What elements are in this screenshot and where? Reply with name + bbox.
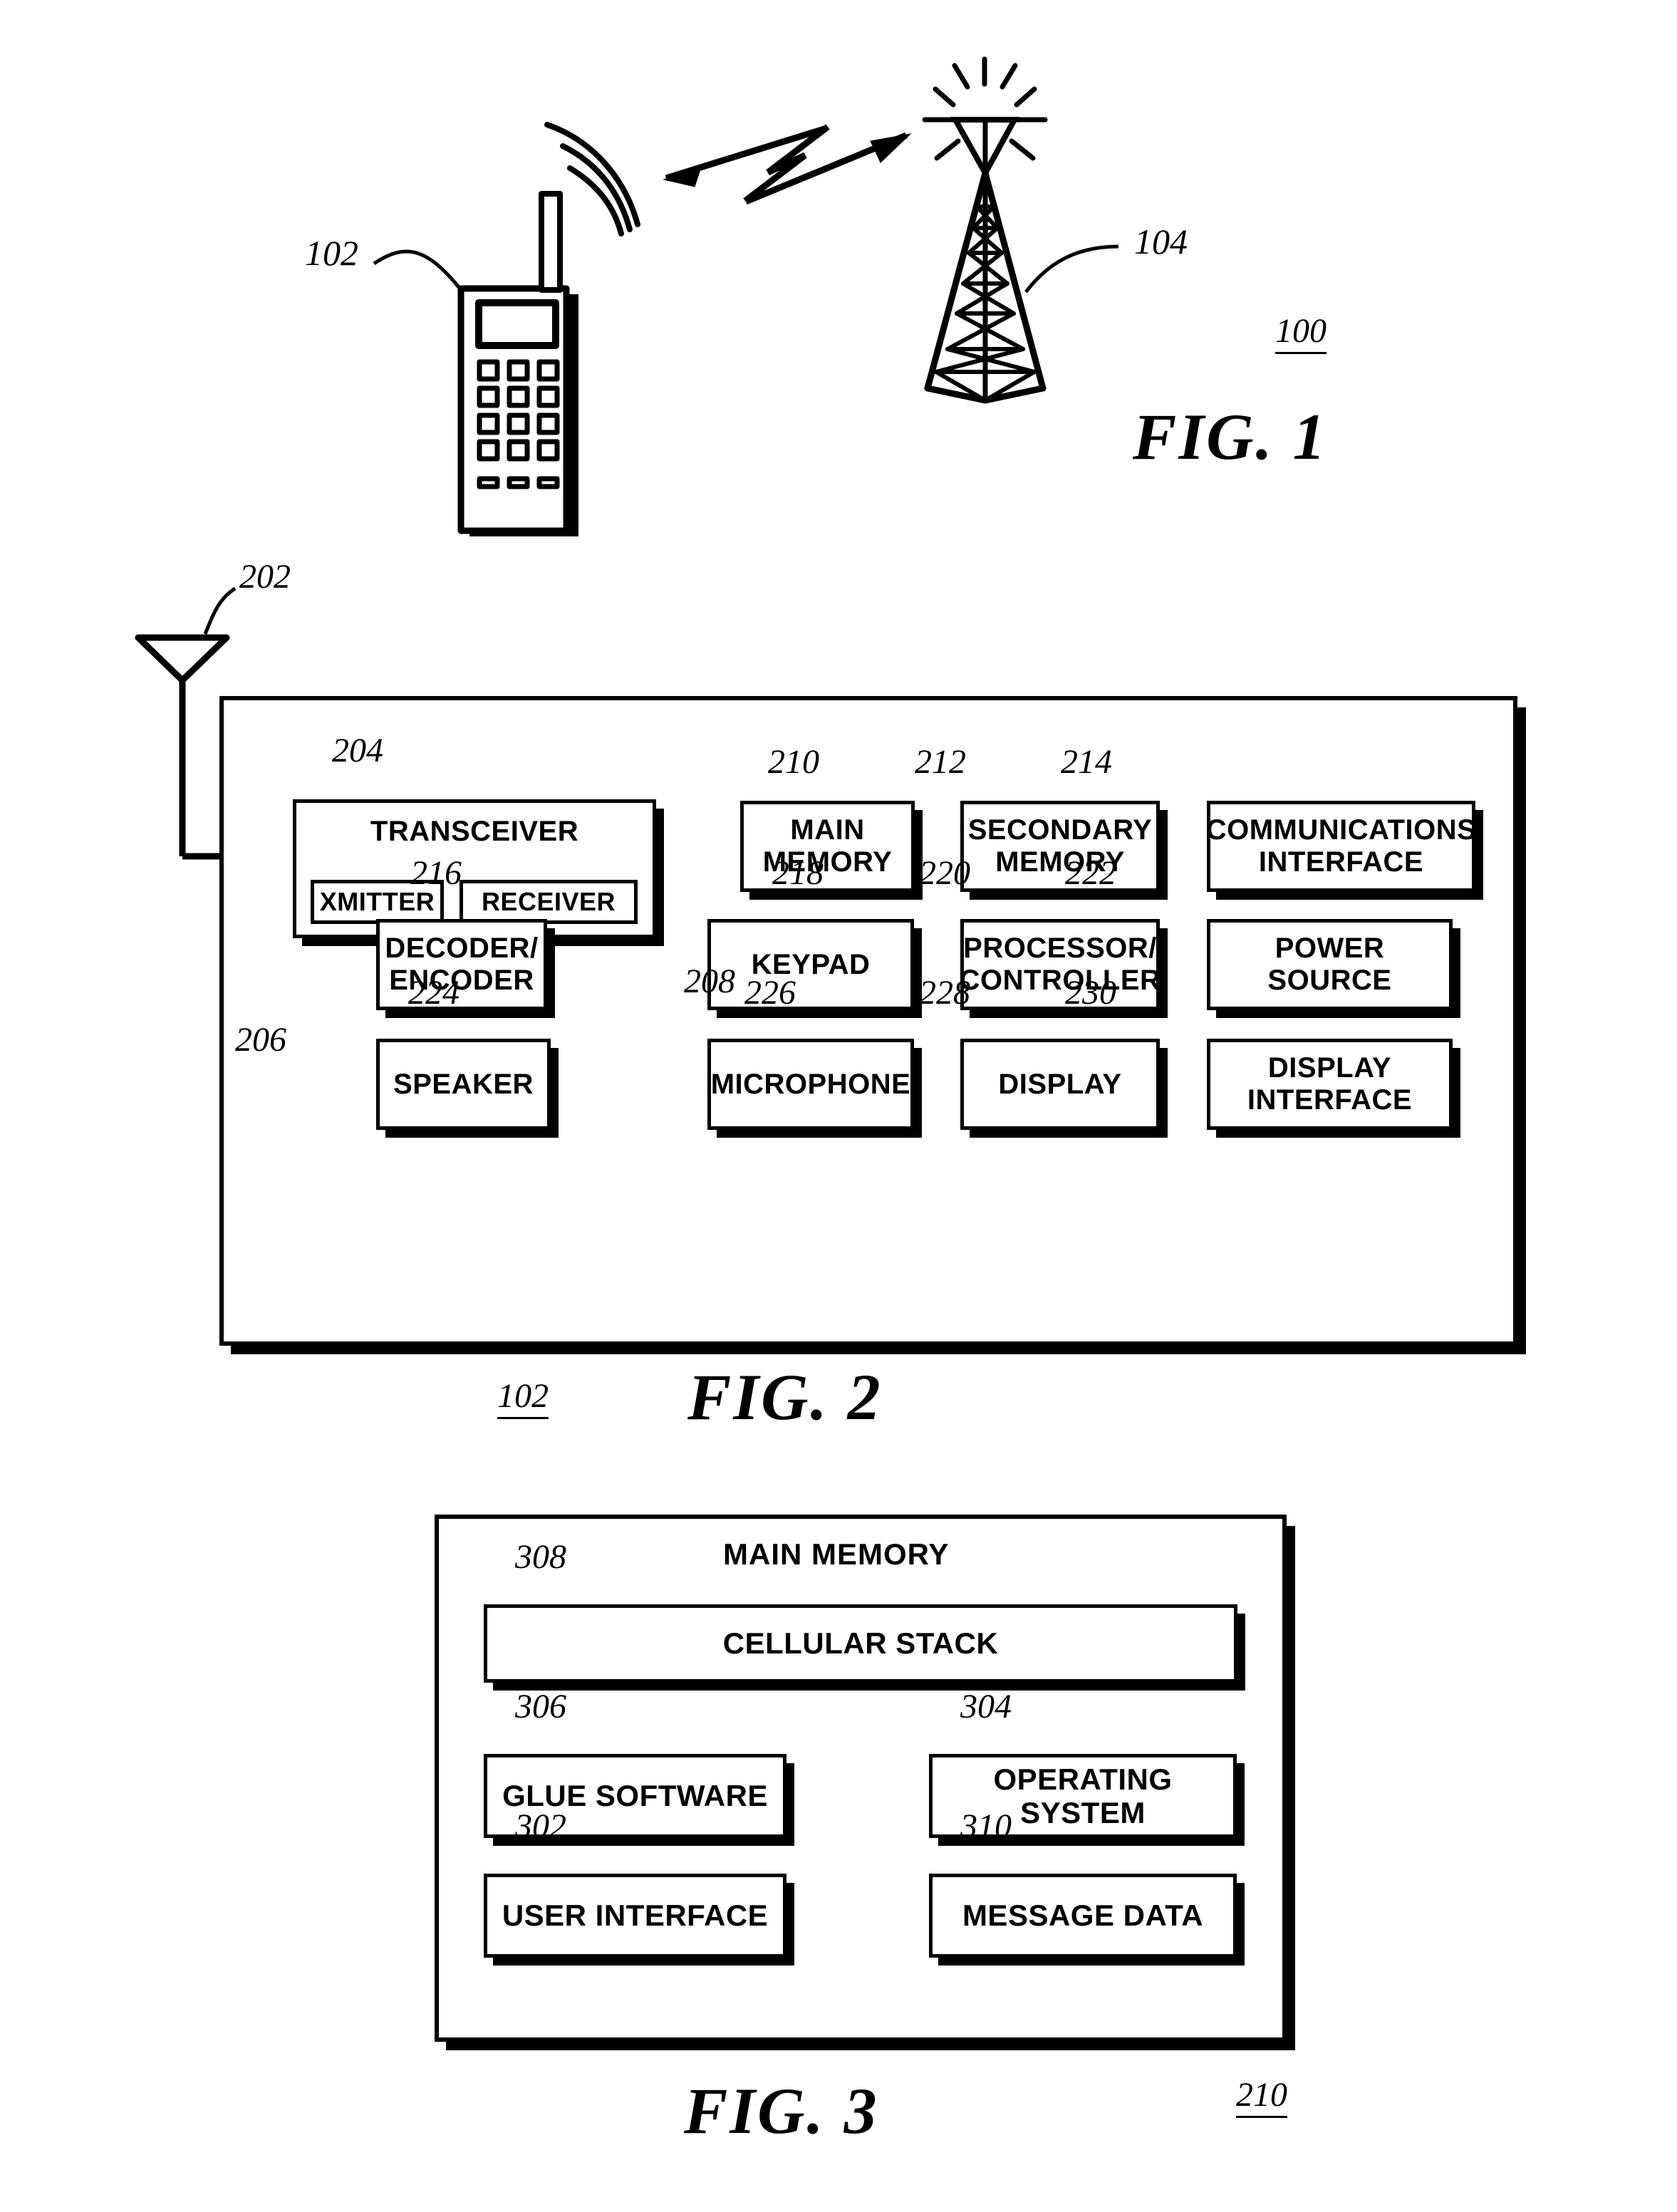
fig3-caption: FIG. 3	[684, 2075, 879, 2147]
block-microphone: MICROPHONE	[707, 1039, 914, 1130]
block-speaker: SPEAKER	[376, 1039, 551, 1130]
fig2-ref-216: 216	[410, 854, 462, 892]
fig2-ref-208: 208	[684, 962, 735, 1000]
fig2-ref-210: 210	[768, 743, 819, 781]
fig2-antenna-leader	[203, 586, 237, 635]
fig2-ref-222: 222	[1065, 854, 1116, 892]
cell-tower-icon	[922, 56, 1048, 404]
fig2-ref-204: 204	[332, 732, 383, 769]
block-display-interface: DISPLAY INTERFACE	[1207, 1039, 1453, 1130]
block-communications-interface: COMMUNICATIONS INTERFACE	[1205, 801, 1477, 892]
fig1-ref-104: 104	[1134, 222, 1188, 261]
block-processor-controller: PROCESSOR/ CONTROLLER	[959, 919, 1161, 1010]
fig2-ref-206: 206	[235, 1021, 286, 1059]
block-communications-interface-label-2: INTERFACE	[1258, 846, 1424, 878]
fig3-ref-302: 302	[515, 1807, 566, 1845]
fig3-ref-210: 210	[1236, 2075, 1287, 2118]
block-message-data-label: MESSAGE DATA	[962, 1899, 1204, 1933]
fig2-ref-202: 202	[239, 558, 291, 596]
fig2-ref-226: 226	[744, 974, 796, 1012]
block-decoder-encoder: DECODER/ ENCODER	[376, 919, 547, 1010]
block-user-interface-label: USER INTERFACE	[502, 1899, 769, 1933]
fig2-ref-230: 230	[1065, 974, 1116, 1012]
block-main-memory: MAIN MEMORY	[740, 801, 915, 892]
block-processor-controller-label-1: PROCESSOR/	[963, 933, 1157, 965]
block-transceiver-label: TRANSCEIVER	[370, 816, 579, 847]
block-display-label: DISPLAY	[998, 1068, 1122, 1100]
block-secondary-memory-label-1: SECONDARY	[967, 814, 1153, 846]
fig1-ref-102: 102	[305, 233, 358, 273]
fig2-ref-220: 220	[919, 854, 970, 892]
patent-drawing-sheet: 102 104 100 FIG. 1 TRANSCEIVER XMITTER R…	[0, 0, 1677, 2212]
block-speaker-label: SPEAKER	[393, 1068, 534, 1100]
block-display-interface-label-1: DISPLAY	[1267, 1052, 1392, 1084]
block-decoder-encoder-label-1: DECODER/	[385, 933, 539, 965]
fig2-ref-214: 214	[1061, 743, 1112, 781]
block-receiver: RECEIVER	[460, 880, 638, 924]
fig3-ref-310: 310	[960, 1807, 1012, 1845]
block-user-interface: USER INTERFACE	[484, 1874, 786, 1958]
fig2-ref-102: 102	[497, 1376, 549, 1419]
mobile-phone-icon	[457, 191, 578, 536]
fig2-caption: FIG. 2	[687, 1361, 883, 1433]
block-cellular-stack-label: CELLULAR STACK	[722, 1626, 999, 1661]
block-display: DISPLAY	[960, 1039, 1160, 1130]
fig3-title: MAIN MEMORY	[723, 1537, 950, 1571]
fig3-ref-306: 306	[515, 1688, 566, 1725]
fig2-ref-224: 224	[408, 974, 460, 1012]
fig1-caption: FIG. 1	[1133, 400, 1328, 473]
block-microphone-label: MICROPHONE	[710, 1068, 911, 1100]
fig2-ref-218: 218	[772, 854, 824, 892]
block-processor-controller-label-2: CONTROLLER	[959, 965, 1161, 996]
block-secondary-memory: SECONDARY MEMORY	[960, 801, 1160, 892]
block-display-interface-label-2: INTERFACE	[1247, 1084, 1413, 1116]
fig2-ref-212: 212	[915, 743, 966, 781]
block-secondary-memory-label-2: MEMORY	[995, 846, 1125, 878]
block-communications-interface-label-1: COMMUNICATIONS	[1205, 814, 1477, 846]
block-main-memory-label-1: MAIN	[790, 814, 865, 846]
block-power-source-label: POWER SOURCE	[1267, 933, 1392, 996]
block-power-source: POWER SOURCE	[1207, 919, 1453, 1010]
fig2-ref-228: 228	[919, 974, 970, 1012]
block-receiver-label: RECEIVER	[481, 887, 616, 916]
fig3-ref-308: 308	[515, 1538, 566, 1576]
block-cellular-stack: CELLULAR STACK	[484, 1604, 1237, 1683]
block-keypad: KEYPAD	[707, 919, 914, 1010]
fig2-device-enclosure	[219, 696, 1517, 1346]
block-message-data: MESSAGE DATA	[929, 1874, 1237, 1958]
fig3-ref-304: 304	[960, 1688, 1012, 1725]
fig1-ref-100: 100	[1275, 311, 1326, 354]
rf-link-arrows	[663, 124, 912, 205]
